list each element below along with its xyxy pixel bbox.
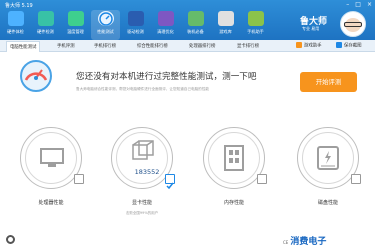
save-screenshot-label: 保存截图: [344, 43, 362, 49]
hardware-detect-icon: [38, 11, 54, 26]
game-assistant-label: 游戏助手: [304, 43, 322, 49]
window-controls: – □ ×: [346, 2, 372, 8]
driver-icon: [128, 11, 144, 26]
start-test-button[interactable]: 开始评测: [300, 72, 357, 92]
main-nav: 硬件体检 硬件检测 温度管理 性能测试 驱动检测 清理优化 装机必备 游戏库 手…: [0, 10, 300, 40]
nav-item-performance-test[interactable]: 性能测试: [91, 10, 120, 40]
tab-phone-test[interactable]: 手机评测: [54, 41, 78, 52]
nav-label: 装机必备: [187, 29, 204, 34]
nav-item-phone[interactable]: 手机助手: [241, 10, 270, 40]
card-inner: [25, 132, 77, 184]
game-assistant-icon: [296, 42, 302, 48]
tab-phone-ranking[interactable]: 手机排行榜: [91, 41, 119, 52]
card-inner: [302, 132, 354, 184]
sub-tab-bar: 电脑性能测试 手机评测 手机排行榜 综合性能排行榜 处理器排行榜 显卡排行榜 游…: [0, 40, 375, 52]
nav-label: 硬件检测: [37, 29, 54, 34]
nav-label: 驱动检测: [127, 29, 144, 34]
nav-item-hardware-check[interactable]: 硬件体检: [1, 10, 30, 40]
nav-label: 手机助手: [247, 29, 264, 34]
cleanup-icon: [158, 11, 174, 26]
gpu-performance-sub: 击败全国99%的用户: [125, 211, 159, 215]
checkmark-icon: [166, 182, 174, 190]
card-inner: [208, 132, 260, 184]
nav-item-cleanup[interactable]: 清理优化: [151, 10, 180, 40]
nav-item-games[interactable]: 游戏库: [211, 10, 240, 40]
game-assistant-link[interactable]: 游戏助手: [296, 42, 322, 50]
3d-cube-icon: [132, 140, 154, 160]
memory-test-checkbox[interactable]: [257, 174, 267, 184]
close-button[interactable]: ×: [367, 2, 372, 8]
cpu-performance-card[interactable]: [20, 127, 84, 189]
glasses-icon: [344, 22, 362, 27]
nav-item-install[interactable]: 装机必备: [181, 10, 210, 40]
card-inner: 183552: [116, 132, 168, 184]
minimize-button[interactable]: –: [346, 2, 349, 8]
tab-pc-performance[interactable]: 电脑性能测试: [6, 41, 41, 52]
hardware-check-icon: [8, 11, 24, 26]
watermark-prefix: CE: [283, 240, 289, 245]
memory-icon: [224, 145, 244, 171]
brand-sub: 专业 易用: [302, 26, 320, 31]
banner-headline: 您还没有对本机进行过完整性能测试，测一下吧: [76, 72, 257, 82]
gamepad-icon: [218, 11, 234, 26]
memory-performance-card[interactable]: [203, 127, 267, 189]
monitor-icon: [40, 148, 64, 167]
nav-label: 性能测试: [97, 29, 114, 34]
watermark: CE 消费电子: [283, 234, 326, 247]
gear-icon[interactable]: [6, 235, 15, 244]
nav-item-driver[interactable]: 驱动检测: [121, 10, 150, 40]
cpu-performance-label: 处理器性能: [38, 200, 64, 206]
mascot-avatar[interactable]: [340, 11, 366, 37]
performance-test-icon: [98, 11, 114, 26]
app-header: 鲁大师 5.19 – □ × 硬件体检 硬件检测 温度管理 性能测试 驱动检测: [0, 0, 375, 40]
disk-icon: [317, 146, 339, 170]
watermark-text: 消费电子: [290, 237, 327, 247]
gpu-performance-label: 显卡性能: [131, 200, 152, 206]
cpu-test-checkbox[interactable]: [74, 174, 84, 184]
brand: 鲁大师 专业 易用: [300, 12, 340, 36]
save-screenshot-link[interactable]: 保存截图: [336, 42, 362, 50]
disk-performance-card[interactable]: [297, 127, 361, 189]
disk-performance-label: 磁盘性能: [317, 200, 338, 206]
memory-performance-label: 内存性能: [223, 200, 244, 206]
tab-gpu-ranking[interactable]: 显卡排行榜: [234, 41, 262, 52]
nav-item-hardware-detect[interactable]: 硬件检测: [31, 10, 60, 40]
gpu-performance-card[interactable]: 183552: [111, 127, 175, 190]
install-icon: [188, 11, 204, 26]
nav-label: 游戏库: [219, 29, 232, 34]
maximize-button[interactable]: □: [355, 2, 361, 8]
phone-icon: [248, 11, 264, 26]
speedometer-icon: [18, 58, 54, 94]
disk-test-checkbox[interactable]: [351, 174, 361, 184]
nav-label: 温度管理: [67, 29, 84, 34]
nav-item-temperature[interactable]: 温度管理: [61, 10, 90, 40]
gpu-test-checkbox[interactable]: [165, 174, 175, 190]
nav-label: 清理优化: [157, 29, 174, 34]
camera-icon: [336, 42, 342, 48]
temperature-icon: [68, 11, 84, 26]
tab-overall-ranking[interactable]: 综合性能排行榜: [134, 41, 171, 52]
nav-label: 硬件体检: [7, 29, 24, 34]
banner-subline: 鲁大师电脑综合性能评测，帮您对电脑硬件进行全面测评，让您知道自己电脑的性能: [76, 87, 209, 91]
window-title: 鲁大师 5.19: [5, 3, 33, 9]
tab-cpu-ranking[interactable]: 处理器排行榜: [186, 41, 218, 52]
